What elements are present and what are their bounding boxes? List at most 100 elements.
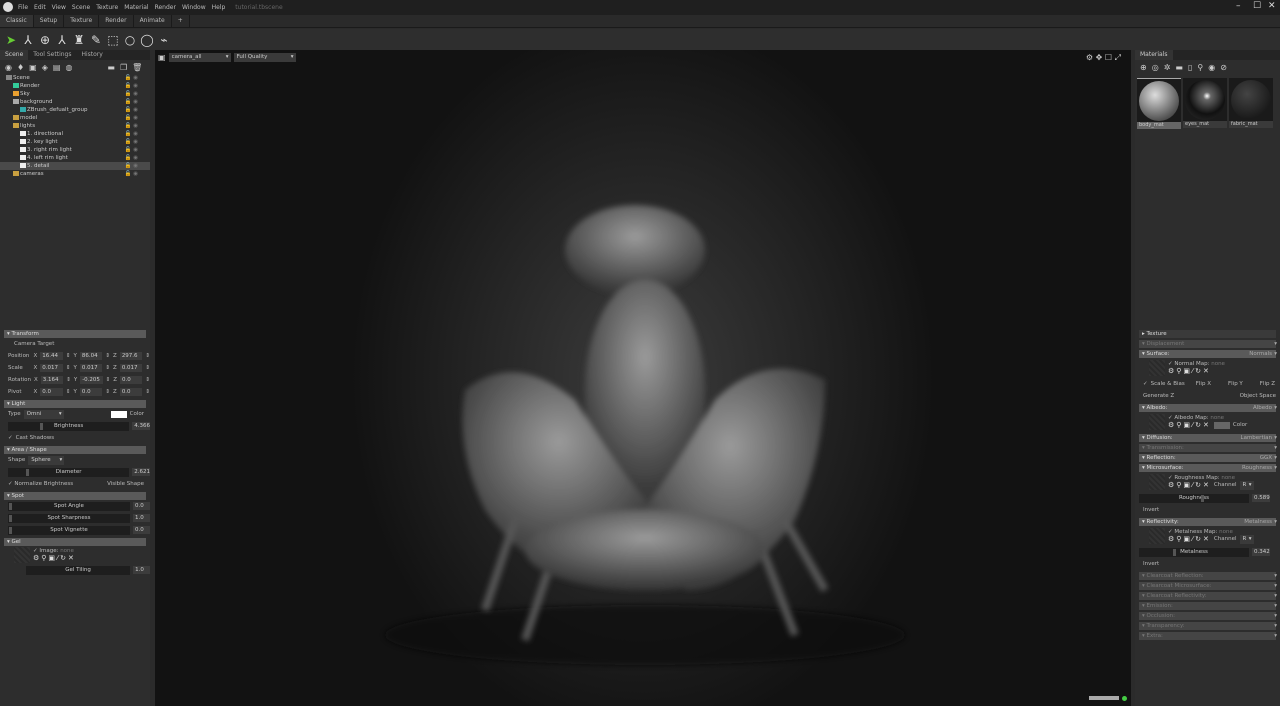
visible-shape-checkbox[interactable]: Visible Shape [107, 481, 144, 487]
y-field[interactable]: 0.017 [79, 364, 103, 372]
tree-item[interactable]: background 🔓 ◉ [0, 98, 150, 106]
lock-eye-icon[interactable]: 🔓 ◉ [125, 162, 138, 170]
add-sky-icon[interactable]: ◍ [65, 63, 72, 72]
select-tool-icon[interactable]: ➤ [4, 33, 18, 47]
section-gel[interactable]: ▾ Gel [4, 538, 146, 546]
menu-help[interactable]: Help [212, 4, 226, 11]
tree-item[interactable]: Render 🔓 ◉ [0, 82, 150, 90]
color-swatch[interactable] [110, 410, 127, 418]
lock-eye-icon[interactable]: 🔓 ◉ [125, 106, 138, 114]
x-field[interactable]: 3.164 [40, 376, 64, 384]
lock-eye-icon[interactable]: 🔓 ◉ [125, 154, 138, 162]
tree-item[interactable]: Scene 🔓 ◉ [0, 74, 150, 82]
search-icon[interactable]: ⊘ [1220, 63, 1227, 72]
props-scale-bias[interactable]: Scale & Bias [1151, 381, 1185, 387]
tree-item[interactable]: 3. right rim light 🔓 ◉ [0, 146, 150, 154]
tree-item[interactable]: 1. directional 🔓 ◉ [0, 130, 150, 138]
tab-materials[interactable]: Materials [1135, 50, 1173, 60]
light-tool-icon[interactable]: ♜ [72, 33, 86, 47]
stepper-icon[interactable]: ⇕ [105, 389, 110, 395]
section-area[interactable]: ▾ Area / Shape [4, 446, 146, 454]
section-spot[interactable]: ▾ Spot [4, 492, 146, 500]
props-metalness-val[interactable]: 0.342 [1252, 548, 1270, 556]
tab-4[interactable]: Animate [134, 15, 172, 27]
maximize-button[interactable]: ☐ [1253, 1, 1261, 11]
lock-eye-icon[interactable]: 🔓 ◉ [125, 74, 138, 82]
duplicate-material-icon[interactable]: ◎ [1152, 63, 1159, 72]
quality-select[interactable]: Full Quality [233, 52, 296, 62]
light-type-select[interactable]: Omni [23, 409, 64, 419]
menu-texture[interactable]: Texture [96, 4, 118, 11]
texture-tools-icons[interactable]: ⚙⚲▣⁄↻✕ [1168, 481, 1211, 489]
paint-tool-icon[interactable]: ⌁ [157, 33, 171, 47]
y-field[interactable]: -0.205 [80, 376, 103, 384]
stepper-icon[interactable]: ⇕ [145, 389, 150, 395]
tree-item[interactable]: 2. key light 🔓 ◉ [0, 138, 150, 146]
tab-2[interactable]: Texture [64, 15, 100, 27]
x-field[interactable]: 16.44 [40, 352, 63, 360]
lock-eye-icon[interactable]: 🔓 ◉ [125, 170, 138, 178]
rect-select-tool-icon[interactable]: ⬚ [106, 33, 120, 47]
scale-tool-icon[interactable]: ⅄ [55, 33, 69, 47]
shape-select[interactable]: Sphere [28, 455, 65, 465]
folder-icon[interactable]: ▬ [107, 63, 115, 72]
props-genz[interactable]: Generate Z [1143, 393, 1174, 399]
menu-window[interactable]: Window [182, 4, 206, 11]
gel-texture-slot[interactable] [14, 547, 30, 563]
section[interactable]: ▾ Surface: Normals ▾ [1139, 350, 1277, 358]
menu-view[interactable]: View [52, 4, 66, 11]
metalness-slider[interactable]: Metalness [1139, 547, 1249, 557]
trash-icon[interactable]: ▯ [1188, 63, 1192, 72]
texture-slot[interactable] [1149, 414, 1165, 430]
gel-tiling[interactable]: 1.0 [133, 566, 150, 574]
eyedropper-tool-icon[interactable]: ✎ [89, 33, 103, 47]
z-field[interactable]: 0.0 [119, 388, 143, 396]
gel-tiling-slider[interactable]: Gel Tiling [26, 565, 131, 575]
settings-icon[interactable]: ✲ [1164, 63, 1171, 72]
close-button[interactable]: ✕ [1268, 1, 1276, 11]
tree-item[interactable]: Sky 🔓 ◉ [0, 90, 150, 98]
x-field[interactable]: 0.0 [40, 388, 63, 396]
duplicate-icon[interactable]: ❐ [120, 63, 127, 72]
stepper-icon[interactable]: ⇕ [145, 365, 150, 371]
menu-file[interactable]: File [18, 4, 28, 11]
lock-eye-icon[interactable]: 🔓 ◉ [125, 82, 138, 90]
section[interactable]: ▾ Clearcoat Reflectivity: ▾ [1139, 592, 1277, 600]
y-field[interactable]: 86.04 [79, 352, 103, 360]
section[interactable]: ▾ Clearcoat Microsurface: ▾ [1139, 582, 1277, 590]
section[interactable]: ▾ Emission: ▾ [1139, 602, 1277, 610]
sphere-icon[interactable]: ◉ [1208, 63, 1215, 72]
stepper-icon[interactable]: ⇕ [66, 389, 71, 395]
spot-rows-1-value[interactable]: 1.0 [132, 514, 150, 522]
z-field[interactable]: 297.6 [119, 352, 143, 360]
spot-slider[interactable]: Spot Sharpness [8, 513, 130, 523]
light-brightness[interactable]: 4.366 [132, 422, 150, 430]
spot-rows-2-value[interactable]: 0.0 [132, 526, 150, 534]
material-thumbnail[interactable]: fabric_mat [1229, 78, 1273, 128]
add-group-icon[interactable]: ▤ [53, 63, 61, 72]
rotate-tool-icon[interactable]: ⊕ [38, 33, 52, 47]
menu-scene[interactable]: Scene [72, 4, 90, 11]
z-field[interactable]: 0.017 [119, 364, 143, 372]
cast-shadows-checkbox[interactable]: ✓ Cast Shadows [0, 432, 150, 444]
tab-1[interactable]: Setup [34, 15, 65, 27]
section[interactable]: ▾ Clearcoat Reflection: ▾ [1139, 572, 1277, 580]
section[interactable]: ▾ Albedo: Albedo ▾ [1139, 404, 1277, 412]
section-transform[interactable]: ▾ Transform [4, 330, 146, 338]
picker-icon[interactable]: ⚲ [1197, 63, 1203, 72]
tree-item[interactable]: cameras 🔓 ◉ [0, 170, 150, 178]
brightness-slider[interactable]: Brightness [8, 421, 130, 431]
section[interactable]: ▾ Microsurface: Roughness ▾ [1139, 464, 1277, 472]
camera-select[interactable]: camera_all [168, 52, 231, 62]
add-material-icon[interactable]: ⊕ [1140, 63, 1147, 72]
texture-slot[interactable] [1149, 474, 1165, 490]
props-flipy[interactable]: Flip Y [1228, 381, 1243, 387]
tab-history[interactable]: History [76, 50, 107, 60]
texture-slot[interactable] [1149, 528, 1165, 544]
section[interactable]: ▾ Displacement ▾ [1139, 340, 1277, 348]
circle-select-tool-icon[interactable]: ○ [123, 33, 137, 47]
texture-tools-icons[interactable]: ⚙⚲▣⁄↻✕ [33, 554, 76, 562]
section-light[interactable]: ▾ Light [4, 400, 146, 408]
stepper-icon[interactable]: ⇕ [66, 353, 71, 359]
section[interactable]: ▾ Reflection: GGX ▾ [1139, 454, 1277, 462]
